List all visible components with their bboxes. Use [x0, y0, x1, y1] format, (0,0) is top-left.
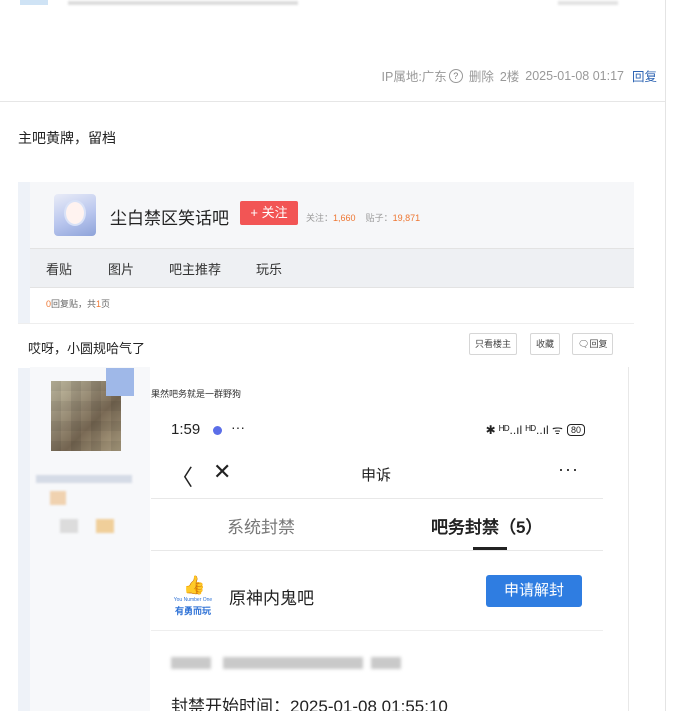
request-unban-button: 申请解封: [486, 575, 582, 607]
status-more-dots: ···: [231, 419, 245, 435]
username-redacted: [36, 475, 132, 483]
post-meta-row: IP属地:广东 ? 删除 2楼 2025-01-08 01:17 回复: [376, 66, 657, 85]
previous-floor-text-fragment: [68, 1, 298, 5]
previous-floor-fragment: [0, 0, 665, 8]
help-icon[interactable]: ?: [448, 68, 463, 83]
stats-follow-label: 关注：: [306, 213, 334, 223]
appeal-title: 申诉: [361, 467, 392, 484]
previous-floor-thumb: [20, 0, 48, 5]
post-text: 主吧黄牌，留档: [18, 130, 116, 146]
tab-images: 图片: [108, 262, 135, 277]
bar-avatar: [54, 194, 96, 236]
signal-wifi-icons: ✱ ᴴᴰ..ıl ᴴᴰ..ıl ᯤ: [485, 423, 563, 437]
floor-number: 2楼: [499, 70, 520, 84]
ip-location: IP属地:广东: [381, 70, 447, 84]
reply-count-text: 回复贴，共: [51, 299, 97, 309]
more-icon: ···: [558, 459, 579, 479]
tab-posts: 看贴: [46, 262, 73, 277]
redacted-text-1: [171, 657, 211, 669]
battery-icon: 80: [566, 423, 585, 436]
floor-caption: 果然吧务就是一群野狗: [151, 389, 242, 399]
thread-reply-button: 🗨回复: [572, 333, 614, 355]
phone-status-icons: ✱ ᴴᴰ..ıl ᴴᴰ..ıl ᯤ 80: [486, 421, 585, 438]
thread-reply-label: 回复: [589, 339, 608, 349]
comment-icon: 🗨: [578, 339, 590, 349]
phone-screenshot: 1:59 ··· ✱ ᴴᴰ..ıl ᴴᴰ..ıl ᯤ 80 〈 ✕ 申诉 ···…: [151, 407, 609, 711]
bar-logo: 👍 You Number One 有勇而玩: [173, 575, 213, 619]
page-suffix: 页: [101, 299, 111, 309]
ban-start-time: 封禁开始时间：2025-01-08 01:55:10: [171, 697, 448, 711]
badge-redacted-2: [60, 519, 78, 533]
collect-button: 收藏: [530, 333, 561, 355]
notification-dot-icon: [213, 426, 222, 435]
stats-posts-label: 贴子：: [365, 213, 393, 223]
only-op-button: 只看楼主: [469, 333, 518, 355]
right-border: [665, 0, 666, 711]
embedded-screenshot[interactable]: 尘白禁区笑话吧 + 关注 关注：1,660 贴子：19,871 看贴 图片 吧主…: [18, 182, 634, 711]
avatar-corner-badge: [106, 368, 134, 396]
phone-divider: [151, 550, 603, 551]
segment-bar-ban: 吧务封禁（5）: [431, 518, 543, 537]
thumbs-up-icon: 👍: [183, 575, 206, 595]
stats-follow-value: 1,660: [333, 213, 356, 223]
logo-text-cn: 有勇而玩: [174, 606, 211, 616]
thread-title: 哎呀，小圆规哈气了: [28, 341, 146, 356]
segment-system-ban: 系统封禁: [227, 518, 295, 537]
reply-link[interactable]: 回复: [632, 66, 657, 85]
bar-name: 尘白禁区笑话吧: [110, 209, 229, 228]
previous-floor-date-fragment: [558, 1, 618, 5]
close-icon: ✕: [213, 459, 232, 484]
tab-fun: 玩乐: [256, 262, 283, 277]
reply-count-line: 0回复贴，共1页: [46, 297, 110, 310]
stats-posts-value: 19,871: [392, 213, 421, 223]
badge-redacted-1: [50, 491, 66, 505]
post-datetime: 2025-01-08 01:17: [525, 68, 624, 83]
phone-divider: [151, 630, 603, 631]
redacted-text-3: [371, 657, 401, 669]
delete-link[interactable]: 删除: [469, 66, 494, 85]
tab-recommended: 吧主推荐: [169, 262, 222, 277]
phone-time: 1:59: [171, 421, 201, 438]
banned-bar-name: 原神内鬼吧: [229, 589, 314, 608]
phone-divider: [151, 498, 603, 499]
logo-text-en: You Number One: [173, 597, 213, 603]
bar-stats: 关注：1,660 贴子：19,871: [306, 211, 420, 224]
floor-divider: [0, 101, 665, 102]
back-icon: 〈: [171, 465, 194, 490]
screenshot-left-edge: [18, 182, 30, 711]
bar-tabs: 看贴 图片 吧主推荐 玩乐: [30, 248, 634, 288]
follow-button: + 关注: [240, 201, 298, 225]
redacted-text-2: [223, 657, 363, 669]
badge-redacted-3: [96, 519, 114, 533]
